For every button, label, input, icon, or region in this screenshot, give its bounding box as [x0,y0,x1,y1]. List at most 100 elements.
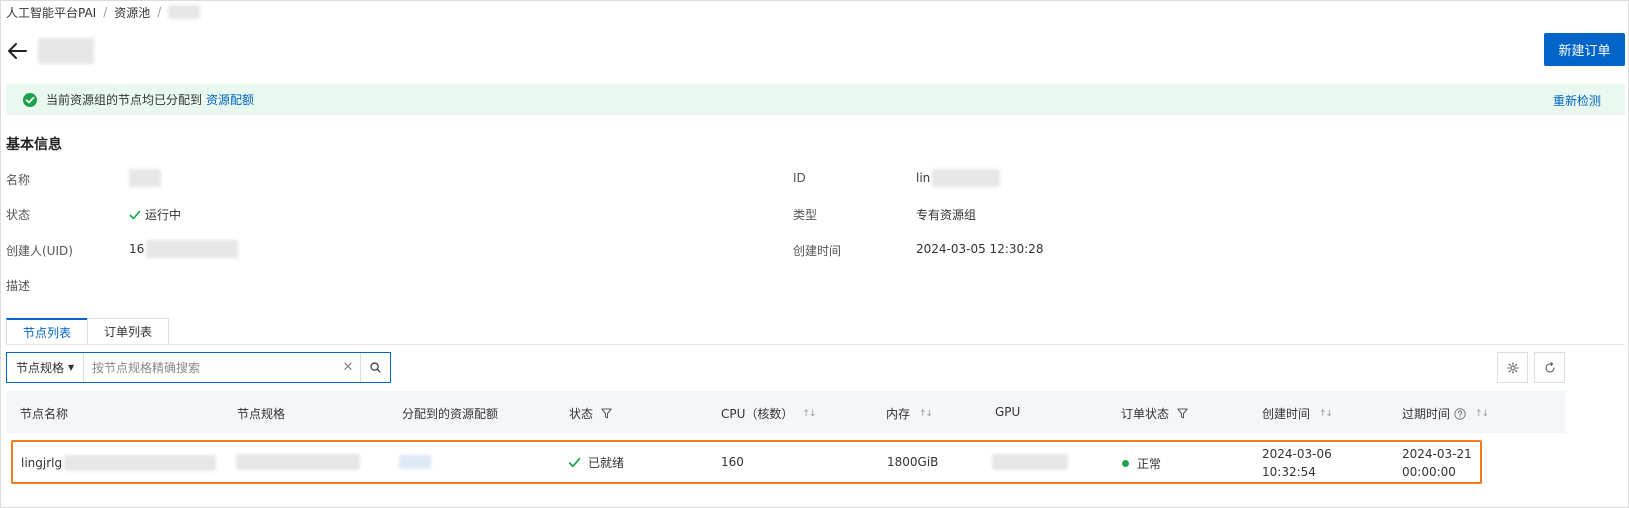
clear-icon[interactable]: ✕ [336,353,360,382]
search-icon [370,362,381,373]
description-label: 描述 [6,279,31,293]
expire-clock: 00:00:00 [1402,465,1456,479]
cell-gpu [992,454,1068,470]
col-label: 分配到的资源配额 [402,407,499,421]
creator-uid-redacted [146,240,239,258]
created-time-label: 创建时间 [793,244,842,258]
name-redacted [129,169,161,187]
refresh-icon [1544,361,1555,373]
sort-icon[interactable]: ↑↓ [802,409,816,419]
tab-order-list[interactable]: 订单列表 [87,318,170,345]
filter-icon[interactable] [601,408,612,419]
page-title-redacted [38,38,94,64]
search-input[interactable] [84,353,336,382]
col-node-spec: 节点规格 [237,405,285,422]
breadcrumb-current-redacted [168,5,201,19]
col-memory: 内存 ↑↓ [886,405,933,422]
sort-icon[interactable]: ↑↓ [919,409,933,419]
creator-uid-prefix: 16 [129,242,145,256]
help-icon[interactable] [1454,407,1466,420]
creator-value: 16 [129,240,239,258]
cell-created-time: 2024-03-06 10:32:54 [1262,445,1332,481]
node-name-redacted [64,455,217,471]
cell-node-name: lingjrlg [21,455,217,471]
col-cpu: CPU（核数） ↑↓ [721,405,817,422]
cell-node-spec [236,454,360,470]
order-status-text: 正常 [1137,457,1162,471]
col-order-status: 订单状态 [1121,405,1188,422]
tab-divider [6,344,1625,345]
col-resource-quota: 分配到的资源配额 [402,405,498,422]
tab-bar: 节点列表 订单列表 [6,318,170,345]
filter-icon[interactable] [1177,408,1188,419]
refresh-button[interactable] [1534,352,1565,383]
col-gpu: GPU [995,405,1020,419]
id-prefix: lin [916,171,931,185]
col-status: 状态 [569,405,612,422]
col-label: CPU（核数） [721,407,794,421]
ready-check-icon [568,457,581,468]
col-label: 过期时间 [1402,407,1451,421]
col-node-name: 节点名称 [20,405,68,422]
col-label: 节点名称 [20,407,69,421]
running-check-icon [129,210,141,219]
creator-label: 创建人(UID) [6,244,73,258]
col-label: 节点规格 [237,407,286,421]
breadcrumb-separator: / [157,5,162,19]
id-value: lin [916,169,1001,187]
col-expire-time: 过期时间 ↑↓ [1402,405,1489,422]
node-spec-redacted [236,454,360,470]
search-field-select[interactable]: 节点规格 ▼ [7,353,84,382]
id-redacted [932,169,1001,187]
breadcrumb-separator: / [103,5,108,19]
breadcrumb-pool[interactable]: 资源池 [114,4,150,21]
search-box: 节点规格 ▼ ✕ [6,352,391,383]
cell-resource-quota [399,455,431,469]
col-label: 创建时间 [1262,407,1311,421]
success-check-icon [23,92,37,107]
status-value: 运行中 [129,206,181,223]
col-label: 状态 [569,407,594,421]
status-text: 运行中 [145,208,182,222]
back-arrow-icon[interactable] [6,40,28,62]
status-label: 状态 [6,208,31,222]
cell-status: 已就绪 [568,454,624,471]
status-dot-icon [1122,460,1129,467]
recheck-link[interactable]: 重新检测 [1553,92,1601,109]
created-clock: 10:32:54 [1262,465,1316,479]
settings-button[interactable] [1497,352,1528,383]
search-button[interactable] [360,353,390,382]
gear-icon [1506,361,1519,374]
col-label: 内存 [886,407,911,421]
sort-icon[interactable]: ↑↓ [1475,409,1489,419]
created-time-value: 2024-03-05 12:30:28 [916,242,1044,256]
cell-cpu: 160 [721,455,744,469]
caret-down-icon: ▼ [68,363,75,372]
resource-quota-link[interactable]: 资源配额 [206,91,254,108]
tab-node-list[interactable]: 节点列表 [6,318,89,345]
type-value: 专有资源组 [916,208,977,222]
cell-memory: 1800GiB [887,455,939,469]
breadcrumb: 人工智能平台PAI / 资源池 / [6,4,201,21]
table-header: 节点名称 节点规格 分配到的资源配额 状态 CPU（核数） ↑↓ 内存 ↑↓ G… [6,391,1565,433]
basic-info-title: 基本信息 [6,137,62,153]
breadcrumb-root[interactable]: 人工智能平台PAI [6,4,96,21]
status-text: 已就绪 [588,456,625,470]
created-date: 2024-03-06 [1262,447,1332,461]
id-label: ID [793,171,806,185]
new-order-button[interactable]: 新建订单 [1544,33,1625,66]
quota-link-redacted[interactable] [399,455,431,469]
gpu-redacted [992,454,1068,470]
col-label: 订单状态 [1121,407,1170,421]
node-name-prefix[interactable]: lingjrlg [21,456,62,470]
name-label: 名称 [6,173,31,187]
cell-order-status: 正常 [1122,455,1161,472]
banner-message: 当前资源组的节点均已分配到 [46,93,203,107]
col-created-time: 创建时间 ↑↓ [1262,405,1333,422]
col-label: GPU [995,405,1021,419]
type-label: 类型 [793,208,818,222]
sort-icon[interactable]: ↑↓ [1319,409,1333,419]
status-banner: 当前资源组的节点均已分配到 资源配额 重新检测 [6,84,1625,115]
table-row[interactable]: lingjrlg 已就绪 160 1800GiB 正常 2024-03-06 1… [11,440,1482,484]
cell-expire-time: 2024-03-21 00:00:00 [1402,445,1472,481]
